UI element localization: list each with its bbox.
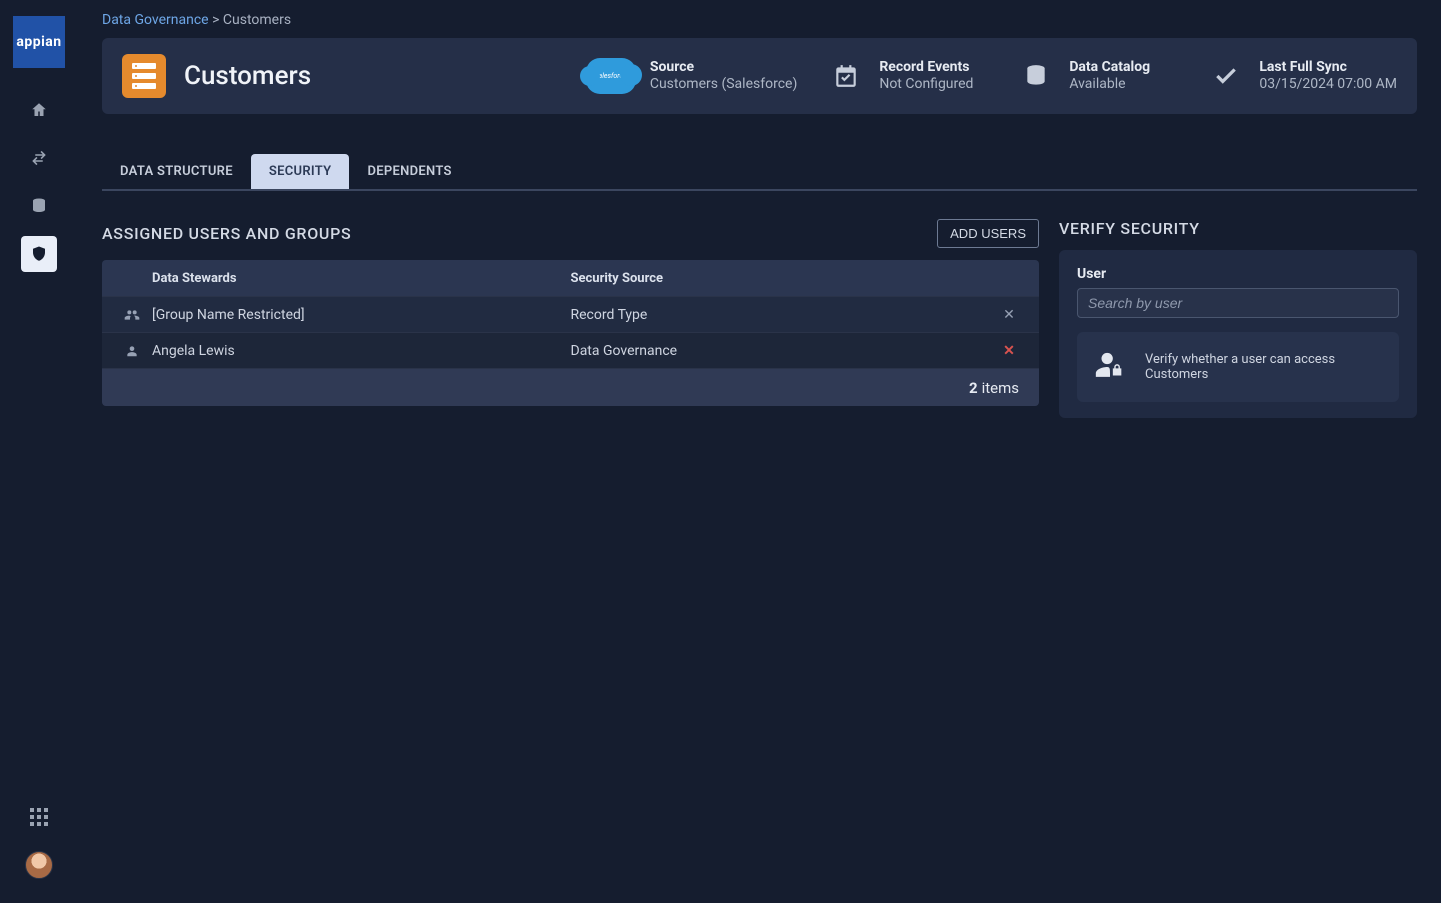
salesforce-icon: salesforce xyxy=(586,58,636,94)
table-row: Angela Lewis Data Governance ✕ xyxy=(102,332,1039,368)
breadcrumb-current: Customers xyxy=(223,12,291,28)
nav-exchange[interactable] xyxy=(21,140,57,176)
user-lock-icon xyxy=(1093,350,1127,384)
cell-steward: [Group Name Restricted] xyxy=(152,307,571,323)
tabs: DATA STRUCTURE SECURITY DEPENDENTS xyxy=(102,154,1417,191)
tab-data-structure[interactable]: DATA STRUCTURE xyxy=(102,154,251,189)
meta-catalog-label: Data Catalog xyxy=(1069,59,1150,75)
add-users-button[interactable]: ADD USERS xyxy=(937,219,1039,248)
meta-events-label: Record Events xyxy=(879,59,973,75)
record-type-icon xyxy=(122,54,166,98)
verify-hint-text: Verify whether a user can access Custome… xyxy=(1145,352,1383,382)
calendar-check-icon xyxy=(827,57,865,95)
breadcrumb: Data Governance > Customers xyxy=(102,12,1417,28)
assigned-table: Data Stewards Security Source [Group Nam… xyxy=(102,260,1039,406)
user-avatar[interactable] xyxy=(25,851,53,879)
page-header: Customers salesforce Source Customers (S… xyxy=(102,38,1417,114)
nav-home[interactable] xyxy=(21,92,57,128)
table-footer: 2items xyxy=(102,368,1039,406)
remove-row-button[interactable]: ✕ xyxy=(989,307,1029,323)
meta-events-value: Not Configured xyxy=(879,75,973,93)
meta-catalog-value: Available xyxy=(1069,75,1150,93)
remove-row-button[interactable]: ✕ xyxy=(989,343,1029,359)
database-icon xyxy=(1017,57,1055,95)
cell-source: Data Governance xyxy=(571,343,990,359)
assigned-title: ASSIGNED USERS AND GROUPS xyxy=(102,224,351,243)
breadcrumb-root[interactable]: Data Governance xyxy=(102,12,209,28)
breadcrumb-sep: > xyxy=(212,12,219,28)
nav-database[interactable] xyxy=(21,188,57,224)
table-row: [Group Name Restricted] Record Type ✕ xyxy=(102,296,1039,332)
col-source: Security Source xyxy=(571,271,990,286)
meta-sync-label: Last Full Sync xyxy=(1259,59,1397,75)
meta-source-label: Source xyxy=(650,59,798,75)
group-icon xyxy=(112,307,152,323)
tab-security[interactable]: SECURITY xyxy=(251,154,350,189)
app-logo[interactable]: appian xyxy=(13,16,65,68)
page-title: Customers xyxy=(184,61,311,91)
verify-card: User Verify whether a user can access Cu… xyxy=(1059,250,1417,418)
tab-dependents[interactable]: DEPENDENTS xyxy=(349,154,469,189)
col-stewards: Data Stewards xyxy=(152,271,571,286)
verify-user-input[interactable] xyxy=(1077,288,1399,318)
check-icon xyxy=(1207,57,1245,95)
meta-source-value: Customers (Salesforce) xyxy=(650,75,798,93)
apps-waffle-icon[interactable] xyxy=(21,799,57,835)
verify-title: VERIFY SECURITY xyxy=(1059,219,1417,238)
meta-sync-value: 03/15/2024 07:00 AM xyxy=(1259,75,1397,93)
user-icon xyxy=(112,344,152,358)
cell-steward: Angela Lewis xyxy=(152,343,571,359)
nav-shield[interactable] xyxy=(21,236,57,272)
verify-field-label: User xyxy=(1077,266,1399,282)
cell-source: Record Type xyxy=(571,307,990,323)
